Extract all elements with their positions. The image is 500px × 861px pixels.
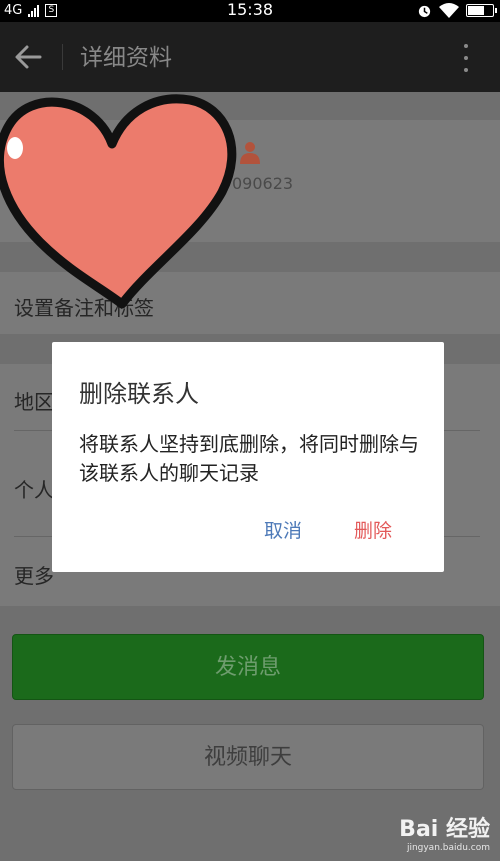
wechat-id: 090623 (232, 174, 294, 193)
personal-label: 个人 (14, 478, 54, 502)
heart-highlight (7, 137, 23, 159)
video-chat-button[interactable]: 视频聊天 (12, 724, 484, 790)
baidu-watermark: Bai 经验 jingyan.baidu.com (399, 811, 490, 853)
watermark-url: jingyan.baidu.com (406, 843, 490, 853)
heart-sticker-icon (0, 94, 237, 309)
more-label: 更多 (14, 564, 54, 588)
status-bar: 4G S 15:38 (0, 0, 500, 22)
delete-contact-dialog: 删除联系人 将联系人坚持到底删除，将同时删除与该联系人的聊天记录 取消 删除 (52, 342, 444, 572)
battery-icon (466, 3, 497, 17)
wifi-icon (439, 3, 459, 18)
title-divider (62, 44, 63, 70)
back-arrow-icon[interactable] (12, 42, 46, 72)
watermark-logo: Bai 经验 (399, 817, 490, 842)
gender-person-icon (240, 142, 260, 164)
status-right (417, 2, 497, 18)
delete-button[interactable]: 删除 (354, 516, 392, 543)
page-title: 详细资料 (80, 45, 172, 71)
region-label: 地区 (14, 390, 54, 414)
more-options-icon[interactable] (462, 44, 470, 72)
dialog-message: 将联系人坚持到底删除，将同时删除与该联系人的聊天记录 (79, 432, 419, 485)
alarm-icon (418, 5, 431, 17)
dialog-title: 删除联系人 (79, 380, 199, 408)
cancel-button[interactable]: 取消 (264, 516, 302, 543)
send-message-button[interactable]: 发消息 (12, 634, 484, 700)
